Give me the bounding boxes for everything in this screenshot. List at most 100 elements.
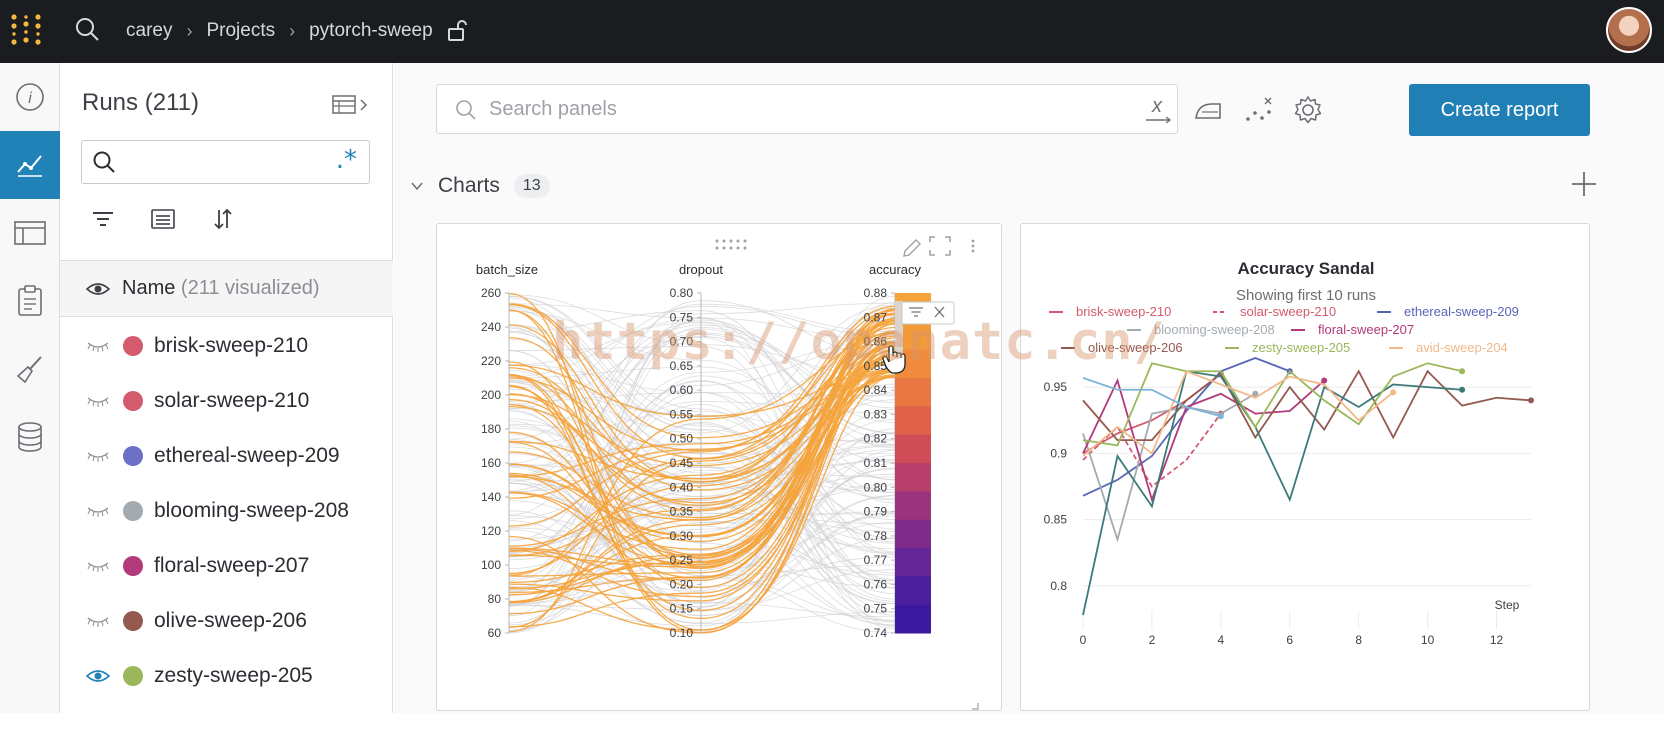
run-name[interactable]: olive-sweep-206 <box>154 609 307 633</box>
accuracy-line-chart[interactable]: Accuracy Sandal Showing first 10 runs br… <box>1021 224 1591 712</box>
run-row[interactable]: floral-sweep-207 <box>60 537 393 595</box>
rail-sweeps[interactable] <box>0 335 60 403</box>
svg-text:i: i <box>28 90 32 107</box>
legend-entry[interactable]: floral-sweep-207 <box>1318 322 1414 337</box>
run-color-swatch[interactable] <box>123 391 143 411</box>
series-end-marker <box>1321 377 1328 384</box>
resize-handle-icon[interactable] <box>972 703 979 710</box>
expand-table-icon[interactable] <box>332 93 372 117</box>
x-tick-label: 10 <box>1421 633 1435 647</box>
eye-closed-icon[interactable] <box>86 559 110 573</box>
run-name[interactable]: ethereal-sweep-209 <box>154 444 340 468</box>
rail-table[interactable] <box>0 199 60 267</box>
panel-search-input[interactable]: Search panels <box>436 84 1178 134</box>
outlier-icon[interactable] <box>1242 94 1274 126</box>
axis-tick-label: 0.10 <box>670 626 694 640</box>
run-name[interactable]: brisk-sweep-210 <box>154 334 308 358</box>
eye-icon[interactable] <box>86 281 110 297</box>
legend-entry[interactable]: solar-sweep-210 <box>1240 304 1336 319</box>
run-name[interactable]: solar-sweep-210 <box>154 389 309 413</box>
legend-entry[interactable]: zesty-sweep-205 <box>1252 340 1350 355</box>
wandb-logo-icon[interactable] <box>8 12 44 48</box>
rail-reports[interactable] <box>0 267 60 335</box>
sort-icon[interactable] <box>210 206 236 232</box>
eye-closed-icon[interactable] <box>86 449 110 463</box>
smoothing-iron-icon[interactable] <box>1192 94 1224 126</box>
run-row[interactable]: zesty-sweep-205 <box>60 647 393 705</box>
series-end-marker <box>1528 397 1534 404</box>
runs-column-header[interactable]: Name (211 visualized) <box>60 260 393 317</box>
chevron-down-icon[interactable] <box>410 179 424 193</box>
run-name[interactable]: zesty-sweep-205 <box>154 664 313 688</box>
drag-handle-icon[interactable] <box>715 239 747 250</box>
run-color-swatch[interactable] <box>123 501 143 521</box>
run-row[interactable]: olive-sweep-206 <box>60 592 393 650</box>
breadcrumb-user[interactable]: carey <box>126 20 172 42</box>
axis-tick-label: 220 <box>481 354 501 368</box>
axis-label[interactable]: batch_size <box>476 262 538 277</box>
legend-entry[interactable]: blooming-sweep-208 <box>1154 322 1275 337</box>
gear-icon[interactable] <box>1292 94 1324 126</box>
series-line[interactable] <box>1082 362 1463 447</box>
rail-overview[interactable]: i <box>0 63 60 131</box>
axis-tick-label: 260 <box>481 286 501 300</box>
rail-artifacts[interactable] <box>0 403 60 471</box>
accuracy-colorbar[interactable] <box>895 293 931 634</box>
eye-closed-icon[interactable] <box>86 394 110 408</box>
eye-icon[interactable] <box>86 669 110 683</box>
run-row[interactable]: blooming-sweep-208 <box>60 482 393 540</box>
eye-closed-icon[interactable] <box>86 504 110 518</box>
add-panel-icon[interactable] <box>1569 169 1599 199</box>
axis-tick-label: 0.50 <box>670 432 694 446</box>
parallel-coordinates-panel[interactable]: batch_size 260 240 220 200 180 160 140 120 100 80 6… <box>436 223 1002 711</box>
create-report-button[interactable]: Create report <box>1409 84 1590 136</box>
run-row[interactable]: brisk-sweep-210 <box>60 317 393 375</box>
axis-filter-popup[interactable] <box>901 301 955 325</box>
eye-closed-icon[interactable] <box>86 614 110 628</box>
fullscreen-icon[interactable] <box>929 236 951 256</box>
regex-toggle-icon[interactable]: .* <box>336 145 357 175</box>
parallel-coordinates-chart[interactable]: batch_size 260 240 220 200 180 160 140 120 100 80 6… <box>437 224 1003 712</box>
edit-pencil-icon[interactable] <box>903 239 921 257</box>
run-row[interactable]: ethereal-sweep-209 <box>60 427 393 485</box>
series-line[interactable] <box>1082 370 1394 457</box>
colorbar-segment <box>895 463 931 492</box>
series-line[interactable] <box>1082 370 1463 616</box>
legend-entry[interactable]: avid-sweep-204 <box>1416 340 1508 355</box>
colorbar-segment <box>895 519 931 549</box>
y-tick-label: 0.9 <box>1050 446 1067 460</box>
charts-section-header[interactable]: Charts 13 <box>410 169 550 203</box>
group-icon[interactable] <box>150 206 176 232</box>
eye-closed-icon[interactable] <box>86 339 110 353</box>
axis-tick-label: 0.15 <box>670 602 694 616</box>
more-vertical-icon[interactable] <box>971 239 975 253</box>
run-color-swatch[interactable] <box>123 556 143 576</box>
rail-charts[interactable] <box>0 131 60 199</box>
avatar[interactable] <box>1606 7 1652 53</box>
y-tick-label: 0.8 <box>1050 579 1067 593</box>
series-line[interactable] <box>1082 369 1532 442</box>
series-line[interactable] <box>1082 392 1256 543</box>
legend-entry[interactable]: brisk-sweep-210 <box>1076 304 1171 319</box>
search-icon[interactable] <box>74 16 100 42</box>
breadcrumb-projects[interactable]: Projects <box>206 20 275 42</box>
run-row[interactable]: solar-sweep-210 <box>60 372 393 430</box>
x-axis-icon[interactable]: x <box>1142 94 1174 126</box>
breadcrumb: carey › Projects › pytorch-sweep <box>126 16 467 46</box>
breadcrumb-project[interactable]: pytorch-sweep <box>309 20 433 42</box>
legend-entry[interactable]: olive-sweep-206 <box>1088 340 1183 355</box>
accuracy-line-panel[interactable]: Accuracy Sandal Showing first 10 runs br… <box>1020 223 1590 711</box>
run-color-swatch[interactable] <box>123 446 143 466</box>
axis-label[interactable]: dropout <box>679 262 723 277</box>
run-color-swatch[interactable] <box>123 336 143 356</box>
unlock-icon[interactable] <box>447 20 467 42</box>
run-color-swatch[interactable] <box>123 666 143 686</box>
axis-tick-label: 0.77 <box>864 553 888 567</box>
run-name[interactable]: floral-sweep-207 <box>154 554 309 578</box>
legend-entry[interactable]: ethereal-sweep-209 <box>1404 304 1519 319</box>
filter-icon[interactable] <box>90 206 116 232</box>
run-name[interactable]: blooming-sweep-208 <box>154 499 349 523</box>
run-color-swatch[interactable] <box>123 611 143 631</box>
runs-search-input[interactable]: .* <box>81 140 370 184</box>
axis-label[interactable]: accuracy <box>869 262 922 277</box>
